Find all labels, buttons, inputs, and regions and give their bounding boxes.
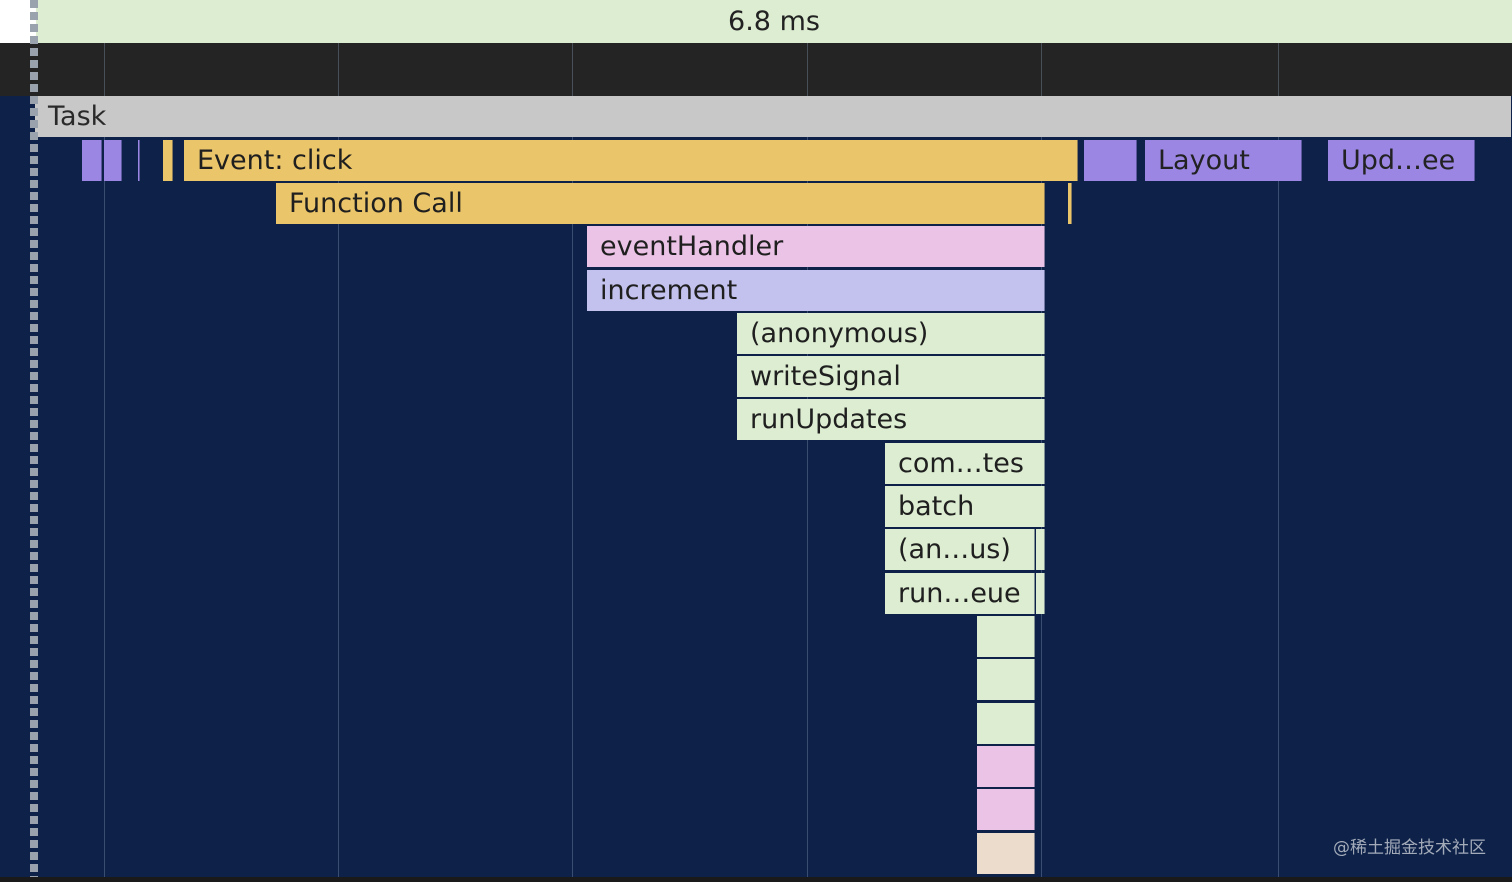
flame-small-script-block[interactable] xyxy=(1036,529,1045,570)
flame-unlabeled-block[interactable] xyxy=(977,789,1035,830)
flame-unlabeled-block[interactable] xyxy=(977,616,1035,657)
time-marker-dashed xyxy=(30,0,38,882)
flame-small-render-block[interactable] xyxy=(104,140,122,181)
flame-layout[interactable]: Layout xyxy=(1145,140,1302,181)
flame-anonymous[interactable]: (anonymous) xyxy=(737,313,1045,354)
flame-small-render-block[interactable] xyxy=(82,140,102,181)
flame-write-signal[interactable]: writeSignal xyxy=(737,356,1045,397)
flame-function-call[interactable]: Function Call xyxy=(276,183,1045,224)
flame-increment[interactable]: increment xyxy=(587,270,1045,311)
flame-complete-updates[interactable]: com…tes xyxy=(885,443,1045,484)
flame-event-handler[interactable]: eventHandler xyxy=(587,226,1045,267)
flame-anonymous-short[interactable]: (an…us) xyxy=(885,529,1035,570)
flame-unlabeled-block[interactable] xyxy=(977,746,1035,787)
flame-task[interactable]: Task xyxy=(35,96,1511,137)
flame-small-render-block[interactable] xyxy=(138,140,140,181)
overview-strip xyxy=(0,43,1512,96)
flame-batch[interactable]: batch xyxy=(885,486,1045,527)
flame-run-queue[interactable]: run…eue xyxy=(885,573,1035,614)
flame-event-click[interactable]: Event: click xyxy=(184,140,1078,181)
flame-unlabeled-block[interactable] xyxy=(977,703,1035,744)
flame-small-event-block[interactable] xyxy=(163,140,173,181)
flame-unlabeled-block[interactable] xyxy=(977,659,1035,700)
flame-unlabeled-block[interactable] xyxy=(977,833,1035,874)
flame-render-block[interactable] xyxy=(1084,140,1137,181)
bottom-edge xyxy=(0,877,1512,882)
watermark: @稀土掘金技术社区 xyxy=(1333,838,1486,858)
flame-small-script-block[interactable] xyxy=(1036,573,1045,614)
flame-update-layer-tree[interactable]: Upd…ee xyxy=(1328,140,1475,181)
flame-run-updates[interactable]: runUpdates xyxy=(737,399,1045,440)
flame-small-event-block[interactable] xyxy=(1068,183,1072,224)
duration-label: 6.8 ms xyxy=(728,6,820,37)
